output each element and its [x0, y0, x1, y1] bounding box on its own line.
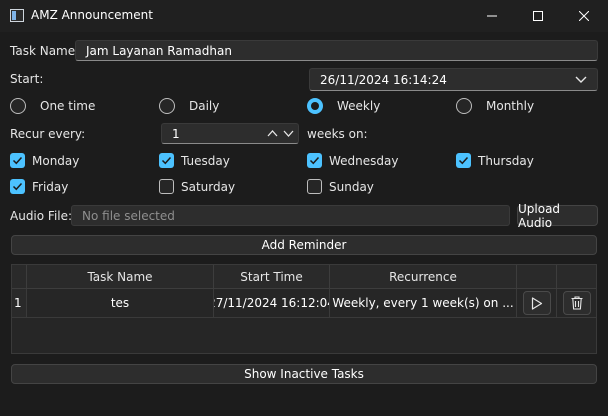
radio-one-time[interactable]: One time: [10, 98, 95, 114]
table-cell-play: [517, 289, 557, 318]
recur-interval-spinbox[interactable]: 1: [161, 123, 299, 144]
chevron-up-icon[interactable]: [267, 130, 278, 137]
chevron-down-icon[interactable]: [283, 130, 294, 137]
radio-indicator[interactable]: [159, 98, 175, 114]
table-cell-start-time[interactable]: 27/11/2024 16:12:04: [214, 289, 330, 318]
checkbox-thursday[interactable]: Thursday: [456, 153, 534, 168]
column-header-recurrence[interactable]: Recurrence: [330, 265, 517, 289]
column-header-action-play: [517, 265, 557, 289]
radio-one-time-label: One time: [40, 99, 96, 113]
table-corner: [12, 265, 27, 289]
checkbox-sunday[interactable]: Sunday: [307, 179, 374, 194]
checkbox-thursday-label: Thursday: [478, 153, 534, 168]
task-name-label: Task Name:: [10, 44, 80, 58]
app-icon: [10, 9, 24, 22]
checkmark-icon: [12, 156, 23, 165]
checkbox-box[interactable]: [456, 153, 471, 168]
column-header-action-delete: [557, 265, 596, 289]
task-name-value: Jam Layanan Ramadhan: [86, 43, 232, 58]
checkbox-monday-label: Monday: [32, 153, 80, 168]
table-cell-recurrence[interactable]: Weekly, every 1 week(s) on ...: [330, 289, 517, 318]
radio-weekly[interactable]: Weekly: [307, 98, 380, 114]
checkmark-icon: [161, 156, 172, 165]
checkbox-box[interactable]: [307, 153, 322, 168]
chevron-down-icon[interactable]: [575, 76, 587, 84]
task-table: Task Name Start Time Recurrence 1 tes 27…: [11, 264, 597, 354]
row-index: 1: [12, 289, 27, 318]
checkbox-saturday[interactable]: Saturday: [159, 179, 235, 194]
recur-interval-value: 1: [172, 126, 180, 141]
recur-every-label: Recur every:: [10, 127, 86, 141]
radio-daily[interactable]: Daily: [159, 98, 219, 114]
upload-audio-button[interactable]: Upload Audio: [517, 202, 598, 230]
minimize-button[interactable]: [469, 0, 515, 32]
checkbox-box[interactable]: [307, 179, 322, 194]
checkmark-icon: [458, 156, 469, 165]
close-button[interactable]: [561, 0, 607, 32]
checkbox-box[interactable]: [10, 153, 25, 168]
checkbox-box[interactable]: [159, 179, 174, 194]
play-button[interactable]: [522, 291, 551, 315]
start-datetime-value: 26/11/2024 16:14:24: [320, 72, 447, 87]
play-icon: [531, 296, 542, 310]
checkbox-wednesday[interactable]: Wednesday: [307, 153, 398, 168]
add-reminder-button[interactable]: Add Reminder: [11, 235, 597, 255]
radio-monthly-label: Monthly: [486, 99, 535, 113]
maximize-icon: [533, 11, 543, 21]
checkbox-friday[interactable]: Friday: [10, 179, 68, 194]
show-inactive-tasks-button[interactable]: Show Inactive Tasks: [11, 364, 597, 384]
checkbox-friday-label: Friday: [32, 179, 69, 194]
start-datetime-picker[interactable]: 26/11/2024 16:14:24: [309, 68, 598, 91]
checkbox-tuesday[interactable]: Tuesday: [159, 153, 230, 168]
checkbox-box[interactable]: [10, 179, 25, 194]
audio-file-placeholder: No file selected: [82, 208, 175, 223]
column-header-task-name[interactable]: Task Name: [27, 265, 214, 289]
checkbox-sunday-label: Sunday: [329, 179, 374, 194]
maximize-button[interactable]: [515, 0, 561, 32]
audio-file-label: Audio File:: [10, 209, 73, 223]
window-title: AMZ Announcement: [31, 8, 153, 22]
title-bar: AMZ Announcement: [0, 0, 608, 32]
radio-weekly-label: Weekly: [337, 99, 381, 113]
checkbox-wednesday-label: Wednesday: [329, 153, 399, 168]
table-cell-delete: [557, 289, 596, 318]
column-header-start-time[interactable]: Start Time: [214, 265, 330, 289]
checkmark-icon: [12, 182, 23, 191]
checkbox-tuesday-label: Tuesday: [181, 153, 230, 168]
radio-indicator[interactable]: [456, 98, 472, 114]
table-cell-task-name[interactable]: tes: [27, 289, 214, 318]
radio-monthly[interactable]: Monthly: [456, 98, 534, 114]
checkmark-icon: [309, 156, 320, 165]
checkbox-box[interactable]: [159, 153, 174, 168]
radio-indicator[interactable]: [10, 98, 26, 114]
radio-indicator-selected[interactable]: [307, 98, 323, 114]
checkbox-saturday-label: Saturday: [181, 179, 236, 194]
trash-icon: [571, 296, 582, 310]
start-label: Start:: [10, 72, 44, 86]
task-name-input[interactable]: Jam Layanan Ramadhan: [75, 40, 598, 61]
radio-daily-label: Daily: [189, 99, 220, 113]
checkbox-monday[interactable]: Monday: [10, 153, 79, 168]
delete-button[interactable]: [562, 291, 591, 315]
minimize-icon: [487, 15, 497, 17]
weeks-on-label: weeks on:: [307, 127, 368, 141]
audio-file-input[interactable]: No file selected: [71, 205, 510, 226]
close-icon: [579, 11, 589, 21]
